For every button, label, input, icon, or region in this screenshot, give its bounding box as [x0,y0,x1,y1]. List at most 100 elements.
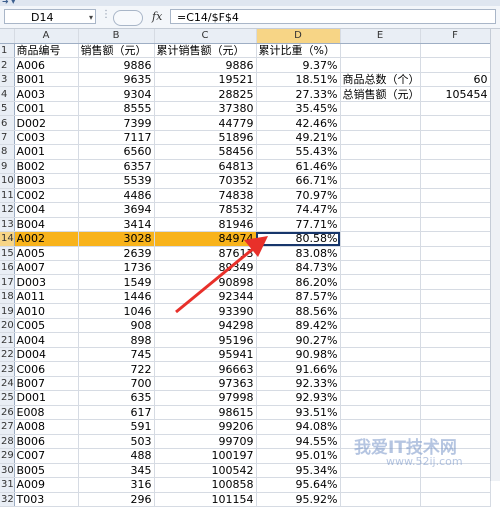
cell-a[interactable]: C004 [14,202,79,218]
cell-b[interactable]: 7117 [78,130,155,146]
cell-e[interactable] [340,130,421,146]
cell-a[interactable]: B002 [14,159,79,175]
cell-e[interactable] [340,144,421,160]
header-cell-product-id[interactable]: 商品编号 [14,43,79,59]
cell-f[interactable] [420,376,491,392]
cell-b[interactable]: 3028 [78,231,155,247]
cell-e[interactable] [340,318,421,334]
cell-b[interactable]: 722 [78,361,155,377]
cell-e[interactable] [340,188,421,204]
row-header[interactable]: 14 [0,231,15,247]
cell-a[interactable]: A009 [14,477,79,493]
cell-f[interactable] [420,144,491,160]
cell-b[interactable]: 1736 [78,260,155,276]
row-header[interactable]: 20 [0,318,15,334]
cell[interactable] [340,43,421,59]
header-cell-sales[interactable]: 销售额（元） [78,43,155,59]
cell-c[interactable]: 90898 [154,274,257,290]
cell-b[interactable]: 296 [78,492,155,507]
cell-e[interactable] [340,448,421,464]
cell-a[interactable]: B004 [14,217,79,233]
cell-d[interactable]: 94.08% [256,419,341,435]
cell-d[interactable]: 84.73% [256,260,341,276]
cell-f[interactable] [420,448,491,464]
row-header[interactable]: 25 [0,390,15,406]
cell-c[interactable]: 84974 [154,231,257,247]
cell-d[interactable]: 95.92% [256,492,341,507]
cell-d[interactable]: 93.51% [256,405,341,421]
cell-c[interactable]: 87613 [154,246,257,262]
row-header[interactable]: 3 [0,72,15,88]
cell-c[interactable]: 100197 [154,448,257,464]
cell-b[interactable]: 1549 [78,274,155,290]
cell-b[interactable]: 345 [78,463,155,479]
row-header[interactable]: 11 [0,188,15,204]
cell-f[interactable] [420,231,491,247]
row-header[interactable]: 17 [0,274,15,290]
cell-f[interactable]: 105454 [420,86,491,102]
cell-e[interactable] [340,115,421,131]
cell-e[interactable] [340,419,421,435]
cell-f[interactable]: 60 [420,72,491,88]
cell-e[interactable] [340,434,421,450]
cell-a[interactable]: D003 [14,274,79,290]
cell-d[interactable]: 77.71% [256,217,341,233]
cell-b[interactable]: 9304 [78,86,155,102]
cell-c[interactable]: 93390 [154,303,257,319]
cell-f[interactable] [420,188,491,204]
cell-e[interactable] [340,274,421,290]
cell-a[interactable]: A006 [14,57,79,73]
row-header[interactable]: 22 [0,347,15,363]
cell-c[interactable]: 58456 [154,144,257,160]
header-cell-cumulative-sales[interactable]: 累计销售额（元） [154,43,257,59]
cell-f[interactable] [420,173,491,189]
cell-f[interactable] [420,318,491,334]
cell-d[interactable]: 61.46% [256,159,341,175]
cell-e[interactable] [340,332,421,348]
cell-c[interactable]: 28825 [154,86,257,102]
row-header[interactable]: 29 [0,448,15,464]
cell-a[interactable]: A001 [14,144,79,160]
cell-a[interactable]: A011 [14,289,79,305]
splitter-handle-icon[interactable]: ⋮ [101,9,111,20]
cell-e[interactable] [340,477,421,493]
cell-f[interactable] [420,57,491,73]
row-header[interactable]: 8 [0,144,15,160]
cell-a[interactable]: D001 [14,390,79,406]
row-header[interactable]: 27 [0,419,15,435]
cell-b[interactable]: 745 [78,347,155,363]
cell-e[interactable] [340,159,421,175]
cell-c[interactable]: 99709 [154,434,257,450]
column-header-e[interactable]: E [340,29,421,44]
cell-e[interactable] [340,492,421,507]
cell-e[interactable] [340,260,421,276]
cell-a[interactable]: B005 [14,463,79,479]
row-header[interactable]: 5 [0,101,15,117]
cell-e[interactable] [340,57,421,73]
row-header[interactable]: 6 [0,115,15,131]
row-header[interactable]: 10 [0,173,15,189]
row-header[interactable]: 26 [0,405,15,421]
row-header[interactable]: 4 [0,86,15,102]
cell-b[interactable]: 2639 [78,246,155,262]
cell-d[interactable]: 95.64% [256,477,341,493]
name-box[interactable]: D14 ▾ [4,9,96,24]
cell-a[interactable]: B003 [14,173,79,189]
row-header[interactable]: 32 [0,492,15,507]
cell-d[interactable]: 92.33% [256,376,341,392]
vertical-scrollbar[interactable] [490,29,500,481]
cell-c[interactable]: 95941 [154,347,257,363]
cell-b[interactable]: 635 [78,390,155,406]
cell-e[interactable] [340,463,421,479]
cell-e[interactable] [340,202,421,218]
cell-b[interactable]: 7399 [78,115,155,131]
cell-d[interactable]: 18.51% [256,72,341,88]
cell-c[interactable]: 97363 [154,376,257,392]
cell-c[interactable]: 94298 [154,318,257,334]
cell-e[interactable] [340,303,421,319]
cell-a[interactable]: D002 [14,115,79,131]
cell-c[interactable]: 95196 [154,332,257,348]
cell-c[interactable]: 101154 [154,492,257,507]
cell-d[interactable]: 70.97% [256,188,341,204]
active-cell[interactable]: 80.58% [256,231,341,247]
